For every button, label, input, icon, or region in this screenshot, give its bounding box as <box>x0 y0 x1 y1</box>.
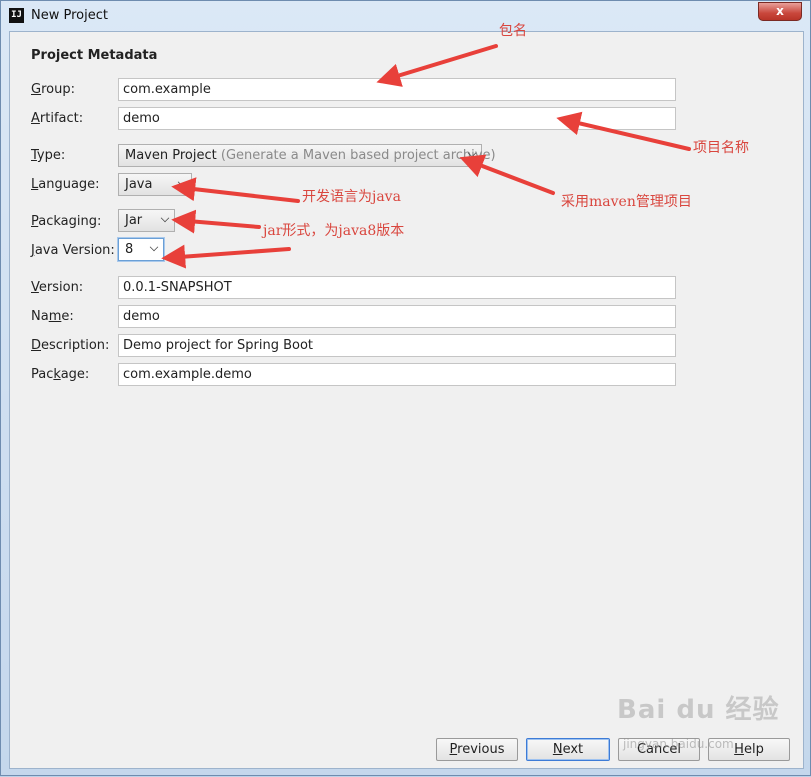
name-input[interactable]: demo <box>118 305 676 328</box>
description-input[interactable]: Demo project for Spring Boot <box>118 334 676 357</box>
annotation-jar-java8: jar形式，为java8版本 <box>263 223 405 239</box>
version-input[interactable]: 0.0.1-SNAPSHOT <box>118 276 676 299</box>
group-label: Group: <box>31 82 75 97</box>
language-label: Language: <box>31 177 100 192</box>
close-button[interactable]: x <box>758 2 802 21</box>
package-input[interactable]: com.example.demo <box>118 363 676 386</box>
packaging-value: Jar <box>125 213 143 228</box>
version-label: Version: <box>31 280 84 295</box>
annotation-language-java: 开发语言为java <box>302 189 401 205</box>
chevron-down-icon <box>160 213 170 223</box>
title-bar[interactable]: IJ New Project x <box>1 1 810 31</box>
java-version-value: 8 <box>125 242 134 257</box>
type-value: Maven Project <box>125 148 217 163</box>
previous-button[interactable]: Previous <box>436 738 518 761</box>
section-title: Project Metadata <box>31 48 158 63</box>
language-dropdown[interactable]: Java <box>118 173 192 196</box>
name-label: Name: <box>31 309 74 324</box>
java-version-dropdown[interactable]: 8 <box>118 238 164 261</box>
annotation-maven: 采用maven管理项目 <box>561 194 692 210</box>
language-value: Java <box>125 177 153 192</box>
packaging-label: Packaging: <box>31 214 102 229</box>
java-version-label: Java Version: <box>31 243 115 258</box>
artifact-label: Artifact: <box>31 111 84 126</box>
chevron-down-icon <box>177 177 187 187</box>
type-label: Type: <box>31 148 66 163</box>
package-label: Package: <box>31 367 90 382</box>
dialog-content: Project Metadata Group: com.example Arti… <box>9 31 804 769</box>
next-button[interactable]: Next <box>526 738 610 761</box>
annotation-package-name: 包名 <box>499 23 527 39</box>
chevron-down-icon <box>149 242 159 252</box>
window-title: New Project <box>31 8 108 23</box>
group-input[interactable]: com.example <box>118 78 676 101</box>
watermark-logo: Bai du 经验 <box>617 695 780 725</box>
watermark-url: jingyan.baidu.com <box>623 737 734 751</box>
intellij-app-icon: IJ <box>9 8 24 23</box>
type-dropdown[interactable]: Maven Project (Generate a Maven based pr… <box>118 144 496 167</box>
annotation-project-name: 项目名称 <box>693 140 749 156</box>
type-hint: (Generate a Maven based project archive) <box>216 148 496 163</box>
description-label: Description: <box>31 338 110 353</box>
artifact-input[interactable]: demo <box>118 107 676 130</box>
new-project-window: IJ New Project x Project Metadata Group:… <box>0 0 811 776</box>
packaging-dropdown[interactable]: Jar <box>118 209 175 232</box>
